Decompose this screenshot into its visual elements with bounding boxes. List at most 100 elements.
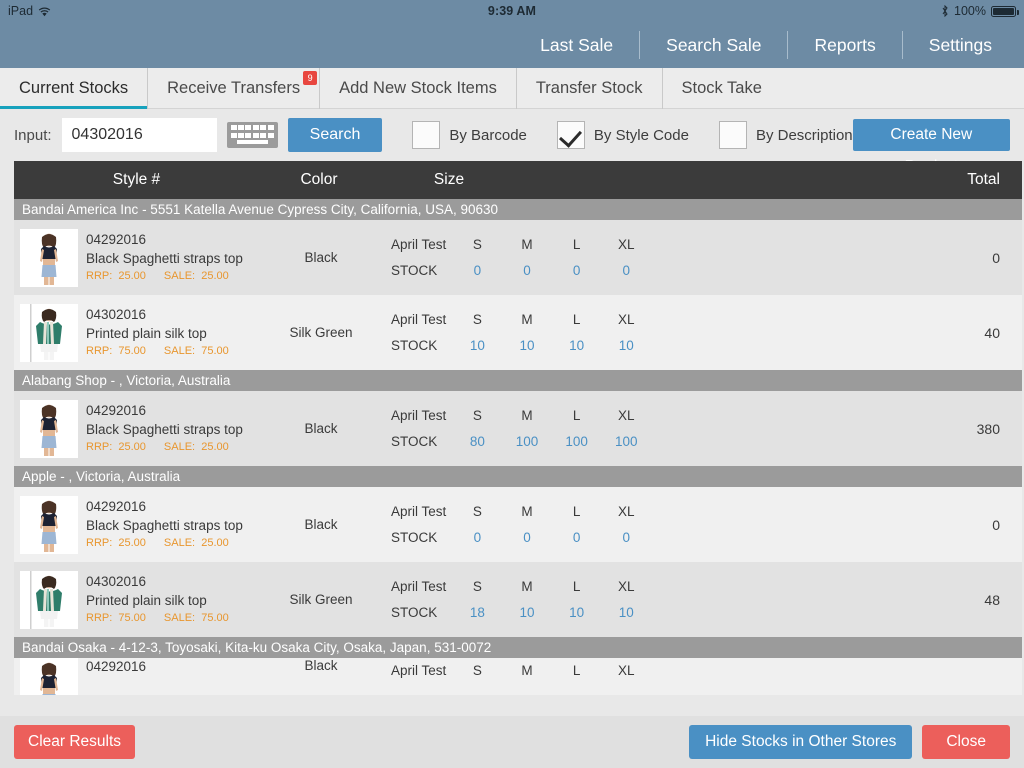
product-prices: RRP: 25.00 SALE: 25.00 bbox=[86, 268, 261, 284]
size-set-label: April Test bbox=[391, 311, 447, 327]
product-info: 04292016 Black Spaghetti straps top RRP: 2… bbox=[86, 231, 261, 284]
product-prices: RRP: 75.00 SALE: 75.00 bbox=[86, 343, 261, 359]
product-style-number: 04302016 bbox=[86, 307, 147, 322]
tab-transfer-stock[interactable]: Transfer Stock bbox=[517, 67, 663, 109]
hide-stocks-in-other-stores-button[interactable]: Hide Stocks in Other Stores bbox=[689, 725, 913, 759]
size-column-xl: XL bbox=[617, 663, 635, 678]
create-new-product-button[interactable]: Create New Product bbox=[852, 119, 1010, 175]
size-stock-grid: April Test S M L XL STOCK 0 0 0 0 bbox=[391, 232, 651, 284]
rrp-price: RRP: 25.00 bbox=[86, 270, 146, 282]
size-column-l: L bbox=[572, 578, 581, 594]
nav-last-sale[interactable]: Last Sale bbox=[514, 31, 641, 59]
stock-qty-l: 0 bbox=[572, 262, 581, 278]
size-column-s: S bbox=[472, 236, 482, 252]
tab-stock-take[interactable]: Stock Take bbox=[663, 68, 781, 109]
silk-green-top-thumb bbox=[20, 303, 78, 362]
table-row[interactable]: 04302016 Printed plain silk top RRP: 75.00… bbox=[14, 295, 1022, 370]
tab-add-new-stock-items[interactable]: Add New Stock Items bbox=[320, 67, 517, 109]
product-color: Black bbox=[304, 517, 338, 532]
style-code-label: By Style Code bbox=[593, 126, 689, 144]
description-label: By Description bbox=[755, 126, 853, 144]
product-description: Black Spaghetti straps top bbox=[86, 422, 243, 437]
search-toolbar: Input: Search By Barcode By Style Code B… bbox=[0, 109, 1024, 175]
size-column-m: M bbox=[521, 236, 533, 252]
table-body[interactable]: Bandai America Inc - 5551 Katella Avenue… bbox=[14, 199, 1022, 712]
size-set-label: April Test bbox=[391, 236, 447, 252]
filter-by-style-code[interactable]: By Style Code bbox=[556, 121, 689, 149]
product-color: Black bbox=[304, 658, 338, 673]
keyboard-icon[interactable] bbox=[226, 122, 278, 148]
size-column-xl: XL bbox=[617, 407, 635, 423]
row-total: 48 bbox=[984, 591, 1000, 608]
size-stock-grid: April Test S M L XL bbox=[391, 658, 651, 684]
top-navigation: Last Sale Search Sale Reports Settings bbox=[0, 22, 1024, 68]
size-column-l: L bbox=[572, 503, 581, 519]
sale-price: SALE: 25.00 bbox=[163, 270, 229, 282]
close-button[interactable]: Close bbox=[922, 725, 1010, 759]
stock-qty-l: 10 bbox=[569, 337, 585, 353]
column-header-color: Color bbox=[300, 171, 338, 188]
size-column-m: M bbox=[521, 407, 533, 423]
filter-by-barcode[interactable]: By Barcode bbox=[412, 121, 527, 149]
stock-qty-xl: 10 bbox=[618, 337, 634, 353]
description-checkbox[interactable] bbox=[718, 121, 747, 149]
tab-current-stocks[interactable]: Current Stocks bbox=[0, 67, 149, 109]
size-stock-grid: April Test S M L XL STOCK 18 10 10 10 bbox=[391, 574, 651, 626]
style-code-checkbox[interactable] bbox=[556, 121, 585, 149]
black-top-thumb bbox=[20, 495, 78, 554]
rrp-price: RRP: 25.00 bbox=[86, 537, 146, 549]
table-row[interactable]: 04302016 Printed plain silk top RRP: 75.00… bbox=[14, 562, 1022, 637]
clear-results-button[interactable]: Clear Results bbox=[14, 725, 136, 759]
product-style-number: 04292016 bbox=[86, 403, 147, 418]
stock-table: Style # Color Size Total Bandai America … bbox=[0, 161, 1024, 712]
stock-qty-xl: 10 bbox=[618, 604, 634, 620]
stock-qty-xl: 0 bbox=[622, 529, 630, 545]
size-set-label: April Test bbox=[391, 503, 447, 519]
product-info: 04292016 Black Spaghetti straps top RRP: 2… bbox=[86, 402, 261, 455]
filter-by-description[interactable]: By Description bbox=[718, 121, 853, 149]
black-top-thumb bbox=[20, 658, 78, 695]
table-row[interactable]: 04292016 Black Spaghetti straps top RRP: 2… bbox=[14, 220, 1022, 295]
search-input[interactable] bbox=[61, 118, 217, 152]
tab-label: Add New Stock Items bbox=[339, 78, 497, 97]
stock-label: STOCK bbox=[391, 337, 438, 353]
size-column-m: M bbox=[521, 663, 533, 678]
search-button[interactable]: Search bbox=[287, 118, 383, 152]
stock-line: STOCK 10 10 10 10 bbox=[391, 333, 651, 359]
store-group-header: Bandai America Inc - 5551 Katella Avenue… bbox=[14, 199, 1022, 220]
size-column-xl: XL bbox=[617, 503, 635, 519]
nav-search-sale[interactable]: Search Sale bbox=[640, 31, 789, 59]
rrp-price: RRP: 75.00 bbox=[86, 345, 146, 357]
table-header-row: Style # Color Size Total bbox=[14, 161, 1022, 199]
sale-price: SALE: 75.00 bbox=[163, 612, 229, 624]
sale-price: SALE: 75.00 bbox=[163, 345, 229, 357]
rrp-price: RRP: 75.00 bbox=[86, 612, 146, 624]
size-column-xl: XL bbox=[617, 236, 635, 252]
stock-qty-s: 80 bbox=[469, 433, 485, 449]
product-style-number: 04302016 bbox=[86, 574, 147, 589]
size-set-label: April Test bbox=[391, 663, 447, 678]
row-total: 40 bbox=[984, 324, 1000, 341]
table-row[interactable]: 04292016 Black Spaghetti straps top RRP: 2… bbox=[14, 487, 1022, 562]
table-row[interactable]: 04292016 Black Spaghetti straps top RRP: 2… bbox=[14, 391, 1022, 466]
size-column-s: S bbox=[472, 578, 482, 594]
tab-receive-transfers[interactable]: Receive Transfers 9 bbox=[148, 67, 321, 109]
stock-qty-m: 0 bbox=[523, 262, 531, 278]
stock-line: STOCK 0 0 0 0 bbox=[391, 525, 651, 551]
column-header-style: Style # bbox=[112, 171, 161, 188]
stock-label: STOCK bbox=[391, 604, 438, 620]
stock-qty-s: 0 bbox=[473, 262, 482, 278]
nav-settings[interactable]: Settings bbox=[903, 31, 1014, 59]
stock-qty-m: 0 bbox=[523, 529, 531, 545]
nav-reports[interactable]: Reports bbox=[788, 31, 903, 59]
stock-qty-l: 10 bbox=[569, 604, 585, 620]
product-color: Black bbox=[304, 421, 338, 436]
stock-line: STOCK 18 10 10 10 bbox=[391, 600, 651, 626]
size-column-m: M bbox=[521, 578, 533, 594]
barcode-checkbox[interactable] bbox=[412, 121, 441, 149]
size-column-xl: XL bbox=[617, 311, 635, 327]
store-group-header: Alabang Shop - , Victoria, Australia bbox=[14, 370, 1022, 391]
product-prices: RRP: 25.00 SALE: 25.00 bbox=[86, 535, 261, 551]
size-column-s: S bbox=[472, 311, 482, 327]
table-row[interactable]: 04292016 Black April Test S M L XL bbox=[14, 658, 1022, 695]
